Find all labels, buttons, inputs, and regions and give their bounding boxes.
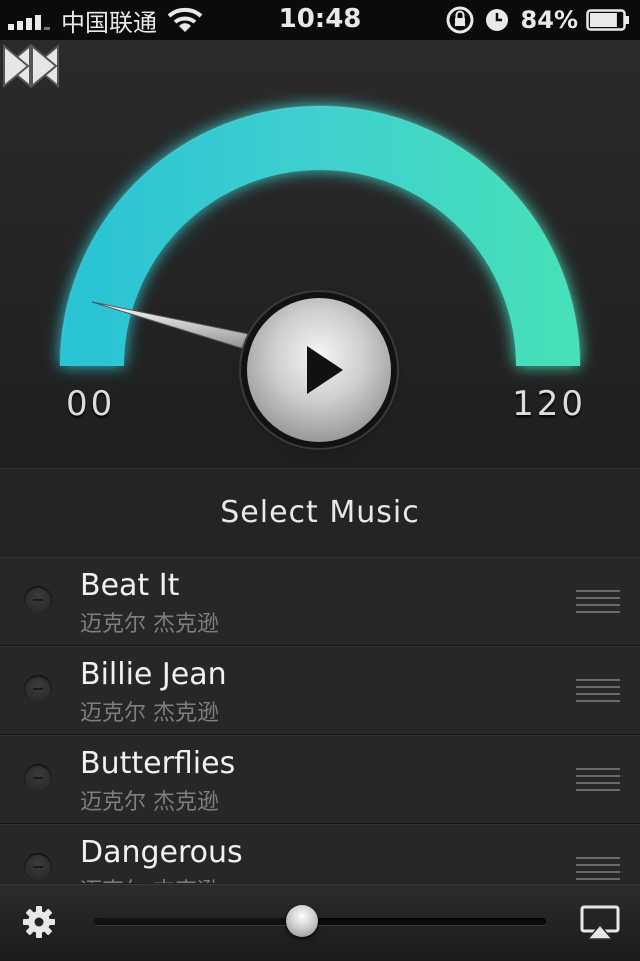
status-bar: 中国联通 10:48 84% (0, 0, 640, 40)
song-title: Dangerous (80, 835, 243, 870)
play-icon (307, 346, 343, 394)
song-artist: 迈克尔 杰克逊 (80, 790, 219, 815)
alarm-icon (485, 9, 508, 31)
bottom-toolbar (0, 884, 640, 961)
reorder-handle-icon[interactable] (576, 590, 620, 614)
volume-slider[interactable] (94, 905, 546, 937)
reorder-handle-icon[interactable] (576, 857, 620, 881)
select-music-button[interactable]: Select Music (0, 468, 640, 558)
delete-toggle-icon[interactable] (24, 853, 52, 881)
gauge-min-label: 00 (66, 384, 116, 424)
battery-icon (586, 9, 629, 31)
reorder-handle-icon[interactable] (576, 768, 620, 792)
reorder-handle-icon[interactable] (576, 679, 620, 703)
delete-toggle-icon[interactable] (24, 675, 52, 703)
list-item[interactable]: Billie Jean 迈克尔 杰克逊 (0, 646, 640, 735)
song-artist: 迈克尔 杰克逊 (80, 701, 219, 726)
volume-slider-knob[interactable] (285, 905, 318, 937)
song-list[interactable]: Beat It 迈克尔 杰克逊 Billie Jean 迈克尔 杰克逊 Butt… (0, 557, 640, 883)
song-artist: 迈克尔 杰克逊 (80, 873, 219, 883)
battery-percent: 84% (520, 6, 578, 34)
select-music-label: Select Music (220, 495, 420, 530)
fast-forward-icon[interactable] (0, 40, 62, 92)
delete-toggle-icon[interactable] (24, 764, 52, 792)
gear-icon[interactable] (22, 905, 56, 939)
list-item[interactable]: Butterflies 迈克尔 杰克逊 (0, 735, 640, 824)
play-button[interactable] (247, 298, 391, 442)
song-title: Butterflies (80, 746, 236, 781)
song-title: Billie Jean (80, 657, 227, 692)
list-item[interactable]: Dangerous 迈克尔 杰克逊 (0, 824, 640, 883)
tempo-gauge: 00 120 (0, 40, 640, 468)
gauge-max-label: 120 (512, 384, 586, 424)
airplay-icon[interactable] (580, 905, 620, 941)
delete-toggle-icon[interactable] (24, 586, 52, 614)
song-title: Beat It (80, 568, 180, 603)
rotation-lock-icon (446, 6, 474, 34)
list-item[interactable]: Beat It 迈克尔 杰克逊 (0, 557, 640, 646)
song-artist: 迈克尔 杰克逊 (80, 612, 219, 637)
